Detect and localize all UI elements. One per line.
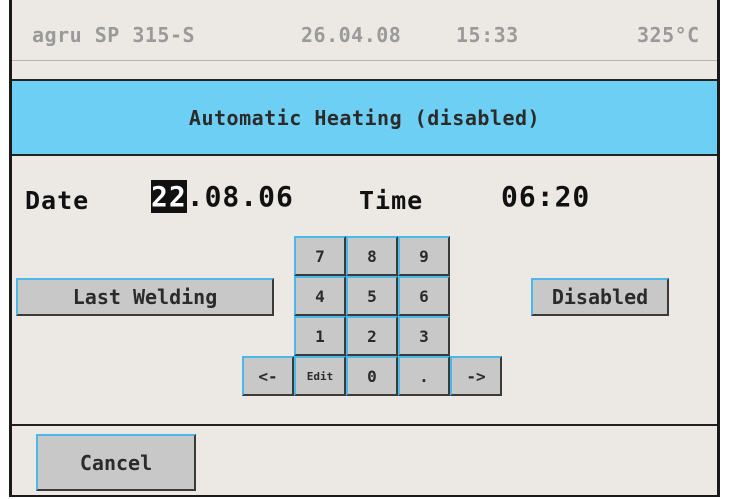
device-model: agru SP 315-S	[32, 23, 196, 47]
keypad-8-button[interactable]: 8	[346, 236, 398, 276]
keypad-9-button[interactable]: 9	[398, 236, 450, 276]
last-welding-button[interactable]: Last Welding	[16, 278, 274, 316]
status-date: 26.04.08	[301, 23, 402, 47]
status-bar: agru SP 315-S 26.04.08 15:33 325°C	[12, 0, 717, 61]
device-screen: agru SP 315-S 26.04.08 15:33 325°C Autom…	[9, 0, 720, 497]
date-rest: .08.06	[186, 180, 294, 213]
status-time: 15:33	[456, 23, 519, 47]
keypad-4-button[interactable]: 4	[294, 276, 346, 316]
disabled-button[interactable]: Disabled	[531, 278, 669, 316]
keypad-0-button[interactable]: 0	[346, 356, 398, 396]
keypad-7-button[interactable]: 7	[294, 236, 346, 276]
keypad-left-arrow-button[interactable]: <-	[242, 356, 294, 396]
keypad-6-button[interactable]: 6	[398, 276, 450, 316]
date-value[interactable]: 22.08.06	[151, 180, 294, 213]
screen-title: Automatic Heating (disabled)	[188, 105, 541, 130]
screen-title-bar: Automatic Heating (disabled)	[12, 79, 717, 156]
keypad-1-button[interactable]: 1	[294, 316, 346, 356]
cancel-button[interactable]: Cancel	[36, 434, 196, 491]
status-temperature: 325°C	[637, 23, 700, 47]
keypad-dot-button[interactable]: .	[398, 356, 450, 396]
time-label: Time	[359, 186, 424, 215]
spacer-strip	[12, 61, 717, 79]
main-panel: Date 22.08.06 Time 06:20 Last Welding Di…	[12, 156, 717, 424]
bottom-bar: Cancel	[12, 424, 717, 495]
keypad-3-button[interactable]: 3	[398, 316, 450, 356]
time-value[interactable]: 06:20	[501, 180, 590, 213]
keypad-2-button[interactable]: 2	[346, 316, 398, 356]
keypad-edit-button[interactable]: Edit	[294, 356, 346, 396]
keypad-5-button[interactable]: 5	[346, 276, 398, 316]
keypad-right-arrow-button[interactable]: ->	[450, 356, 502, 396]
date-label: Date	[25, 186, 90, 215]
date-cursor-field[interactable]: 22	[151, 180, 187, 213]
